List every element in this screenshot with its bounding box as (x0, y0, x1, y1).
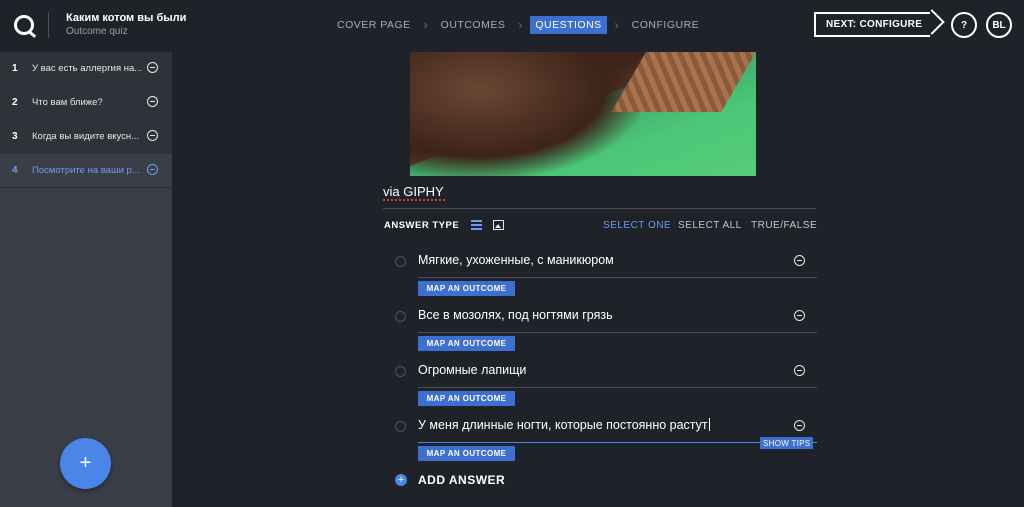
minus-circle-icon[interactable] (794, 365, 805, 376)
select-all-option[interactable]: SELECT ALL (678, 220, 742, 231)
chevron-right-icon: › (423, 18, 428, 32)
answer-row: Мягкие, ухоженные, с маникюром (395, 253, 817, 278)
answer-radio[interactable] (395, 366, 406, 377)
question-number: 4 (12, 165, 18, 176)
question-title: Посмотрите на ваши р... (32, 165, 140, 176)
show-tips-button[interactable]: SHOW TIPS (760, 437, 814, 449)
answer-type-label: ANSWER TYPE (384, 220, 460, 231)
question-title: Когда вы видите вкусн... (32, 131, 140, 142)
image-caption[interactable]: via GIPHY (383, 184, 444, 199)
answer-row: Все в мозолях, под ногтями грязь (395, 308, 817, 333)
add-answer-label: ADD ANSWER (418, 473, 506, 487)
add-answer-button[interactable]: + ADD ANSWER (395, 473, 505, 487)
step-questions[interactable]: QUESTIONS (530, 16, 607, 34)
answer-text-input[interactable]: Все в мозолях, под ногтями грязь (418, 308, 613, 322)
answer-row: Огромные лапищи (395, 363, 817, 388)
spellcheck-underline (383, 199, 445, 201)
step-outcomes[interactable]: OUTCOMES (436, 16, 511, 34)
map-outcome-button[interactable]: MAP AN OUTCOME (418, 446, 515, 461)
answer-radio[interactable] (395, 256, 406, 267)
step-cover-page[interactable]: COVER PAGE (332, 16, 416, 34)
top-bar: Каким котом вы были в г Outcome quiz COV… (0, 0, 1024, 52)
step-configure[interactable]: CONFIGURE (627, 16, 705, 34)
minus-circle-icon[interactable] (794, 255, 805, 266)
question-item-active[interactable]: 4 Посмотрите на ваши р... (0, 154, 172, 188)
gif-fur-shape (410, 52, 640, 176)
help-button[interactable]: ? (951, 12, 977, 38)
minus-circle-icon[interactable] (794, 310, 805, 321)
minus-circle-icon[interactable] (794, 420, 805, 431)
answer-text-input[interactable]: Мягкие, ухоженные, с маникюром (418, 253, 614, 267)
map-outcome-button[interactable]: MAP AN OUTCOME (418, 391, 515, 406)
divider (48, 12, 49, 38)
select-one-option[interactable]: SELECT ONE (603, 220, 671, 231)
question-number: 2 (12, 97, 18, 108)
minus-circle-icon[interactable] (147, 96, 158, 107)
chevron-right-icon: › (614, 18, 619, 32)
question-number: 3 (12, 131, 18, 142)
quiz-title: Каким котом вы были в г (66, 12, 190, 24)
answer-text-input[interactable]: Огромные лапищи (418, 363, 526, 377)
caption-divider (383, 208, 816, 209)
answer-underline-focused (418, 442, 817, 443)
quiz-type-label: Outcome quiz (66, 26, 128, 37)
answer-radio[interactable] (395, 421, 406, 432)
question-item[interactable]: 1 У вас есть аллергия на... (0, 52, 172, 86)
text-cursor (708, 418, 710, 431)
user-avatar-button[interactable]: BL (986, 12, 1012, 38)
logo-icon[interactable] (14, 15, 34, 35)
question-title: У вас есть аллергия на... (32, 63, 143, 74)
plus-circle-icon: + (395, 474, 407, 486)
map-outcome-button[interactable]: MAP AN OUTCOME (418, 336, 515, 351)
question-gif-image (410, 52, 756, 176)
answer-underline (418, 277, 817, 278)
answer-text-value: У меня длинные ногти, которые постоянно … (418, 418, 708, 432)
list-icon[interactable] (471, 220, 482, 230)
minus-circle-icon[interactable] (147, 62, 158, 73)
question-number: 1 (12, 63, 18, 74)
minus-circle-icon[interactable] (147, 130, 158, 141)
question-item[interactable]: 2 Что вам ближе? (0, 86, 172, 120)
question-title: Что вам ближе? (32, 97, 103, 108)
step-navigation: COVER PAGE › OUTCOMES › QUESTIONS › CONF… (332, 16, 704, 34)
next-configure-button[interactable]: NEXT: CONFIGURE (814, 12, 930, 37)
answer-radio[interactable] (395, 311, 406, 322)
answer-underline (418, 387, 817, 388)
minus-circle-icon[interactable] (147, 164, 158, 175)
answer-text-input[interactable]: У меня длинные ногти, которые постоянно … (418, 418, 710, 432)
question-item[interactable]: 3 Когда вы видите вкусн... (0, 120, 172, 154)
answer-row-editing: У меня длинные ногти, которые постоянно … (395, 418, 817, 443)
chevron-right-icon: › (518, 18, 523, 32)
add-question-button[interactable]: + (60, 438, 111, 489)
image-icon[interactable] (493, 220, 504, 230)
map-outcome-button[interactable]: MAP AN OUTCOME (418, 281, 515, 296)
true-false-option[interactable]: TRUE/FALSE (751, 220, 817, 231)
answer-underline (418, 332, 817, 333)
